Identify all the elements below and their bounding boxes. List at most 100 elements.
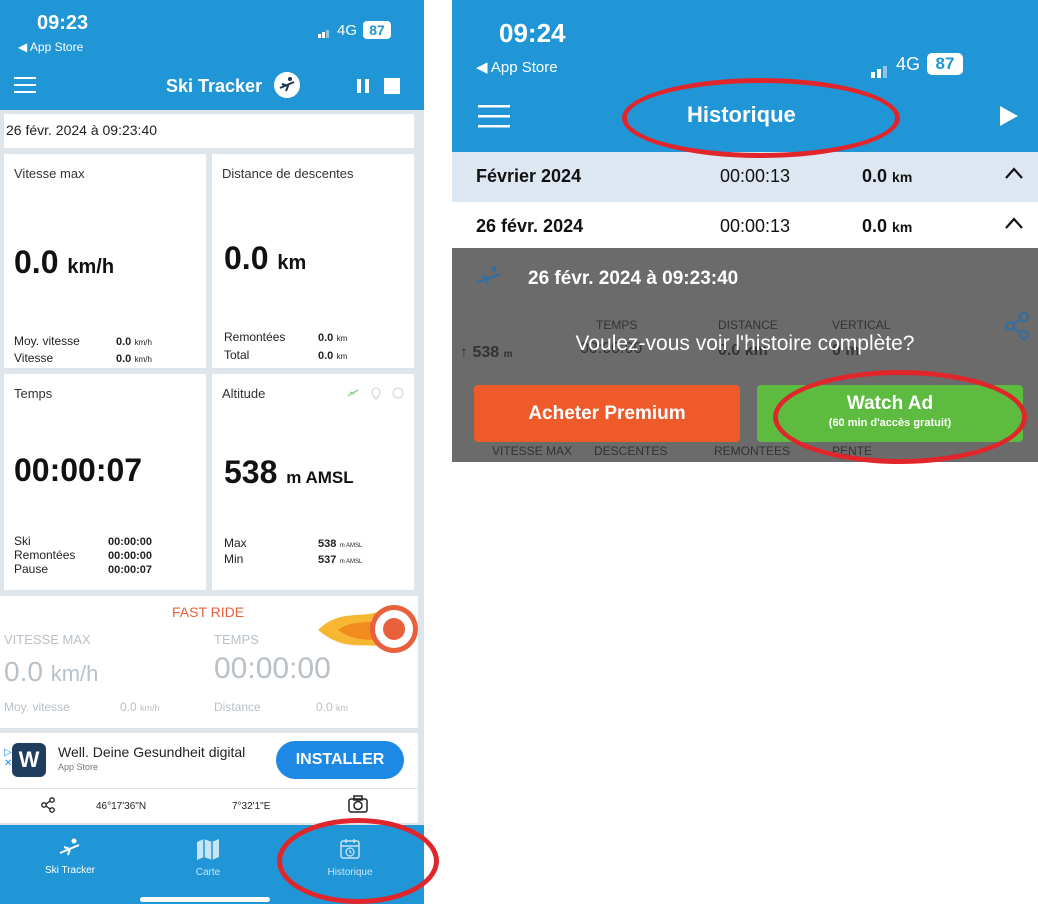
total-distance-number: 0.0 [318,350,334,362]
ad-title[interactable]: Well. Deine Gesundheit digital [58,744,245,760]
back-to-app-store-link[interactable]: ◀ App Store [476,58,558,76]
stop-icon[interactable] [384,78,400,94]
history-day-row[interactable]: 26 févr. 2024 00:00:13 0.0 km [452,202,1038,248]
fast-ride-distance-number: 0.0 [316,700,333,714]
altitude-max-unit: m AMSL [339,543,363,549]
avg-speed-unit: km/h [134,338,152,347]
back-to-app-store-link[interactable]: ◀ App Store [18,40,83,54]
fast-ride-vmax-unit: km/h [50,661,99,686]
fast-ride-time-value: 00:00:00 [214,652,331,685]
status-time: 09:23 [37,12,89,34]
month-distance: 0.0 km [862,166,912,187]
ski-time-label: Ski [14,534,31,548]
lifts-distance-value: 0.0 km [318,330,347,344]
ski-time-number: 00:00:00 [108,536,153,548]
skier-icon [477,266,501,285]
chevron-up-icon[interactable] [1004,216,1024,230]
tab-ski-tracker-label: Ski Tracker [44,865,95,876]
month-time: 00:00:13 [720,166,791,186]
pause-icon[interactable] [355,78,371,94]
history-month-row[interactable]: Février 2024 00:00:13 0.0 km [452,152,1038,202]
fast-ride-time-label: TEMPS [214,632,259,647]
play-icon[interactable] [998,104,1020,128]
lifts-time-label: Remontées [14,548,76,562]
speed-row: Vitesse [14,351,53,365]
max-speed-label: Vitesse max [14,166,85,181]
tab-ski-tracker[interactable]: Ski Tracker [20,837,120,876]
distance-header: DISTANCE [718,318,778,332]
chevron-up-icon[interactable] [1004,166,1024,180]
day-distance-number: 0.0 [862,216,888,236]
altitude-label: Altitude [222,386,266,401]
lifts-distance-number: 0.0 [318,332,334,344]
fast-ride-vmax-label: VITESSE MAX [4,632,91,647]
fast-ride-vmax-number: 0.0 [4,656,43,687]
tracker-content: 26 févr. 2024 à 09:23:40 Vitesse max 0.0… [0,110,424,825]
altitude-min-label: Min [224,552,244,566]
app-title: Ski Tracker [166,76,263,96]
altitude-min-number: 537 [318,554,337,566]
fast-ride-title: FAST RIDE [172,604,245,620]
fast-ride-record-button-icon[interactable] [318,600,418,658]
altitude-max-number: 538 [318,538,337,550]
tab-carte[interactable]: Carte [158,837,258,878]
speed-unit: km/h [134,355,152,364]
altitude-min-value: 537 m AMSL [318,552,362,566]
avg-speed-row: Moy. vitesse [14,334,80,348]
ad-install-button[interactable]: INSTALLER [276,741,404,779]
descentes-header: DESCENTES [594,444,668,458]
skier-icon [59,838,80,856]
fast-ride-avg-value: 0.0 km/h [120,700,160,714]
fast-ride-distance-label: Distance [214,700,261,714]
menu-icon[interactable] [14,75,36,95]
speed-value: 0.0 km/h [116,351,152,365]
max-speed-unit: km/h [67,256,115,278]
month-distance-unit: km [892,169,913,185]
month-distance-number: 0.0 [862,166,888,186]
battery-icon: 87 [363,21,391,39]
remontees-header: REMONTEES [714,444,791,458]
ad-banner[interactable]: ▷ ✕ W Well. Deine Gesundheit digital App … [0,733,418,788]
session-date: 26 févr. 2024 à 09:23:40 [4,114,414,148]
altitude-card: Altitude 538 m AMSL Max 538 m AMSL Min 5… [212,374,414,590]
altitude-source-icons[interactable] [346,386,406,400]
map-icon [197,839,219,860]
upgrade-question: Voulez-vous voir l'histoire complète? [575,332,915,355]
annotation-circle-historique-tab [277,818,439,904]
latitude-value: 46°17'36"N [96,801,147,812]
menu-icon[interactable] [478,102,510,130]
fast-ride-avg-number: 0.0 [120,700,137,714]
tab-carte-label: Carte [195,867,221,878]
fast-ride-avg-unit: km/h [140,703,160,713]
speed-number: 0.0 [116,353,132,365]
ad-subtitle: App Store [58,762,99,772]
pause-time-value: 00:00:07 [108,562,152,576]
annotation-circle-watch-ad [773,370,1027,464]
battery-icon: 87 [927,53,963,75]
camera-icon[interactable] [348,795,368,813]
ad-app-logo[interactable]: W [12,743,46,777]
distance-value: 0.0 km [224,240,306,277]
altitude-value: 538 m AMSL [224,454,354,491]
home-indicator [140,897,270,902]
vertical-header: VERTICAL [832,318,891,332]
network-type: 4G [337,22,358,39]
ski-time-value: 00:00:00 [108,534,152,548]
avg-speed-value: 0.0 km/h [116,334,152,348]
share-icon[interactable] [40,797,56,813]
buy-premium-button[interactable]: Acheter Premium [474,385,740,442]
altitude-number: 538 [224,454,278,490]
status-time: 09:24 [499,18,566,48]
pause-time-number: 00:00:07 [108,564,153,576]
max-speed-value: 0.0 km/h [14,244,114,281]
total-distance-label: Total [224,348,250,362]
avg-speed-label: Moy. vitesse [14,334,80,348]
status-bar: 09:23 ◀ App Store 4G 87 [0,0,424,60]
time-label: Temps [14,386,53,401]
lifts-distance-unit: km [336,334,348,343]
distance-label: Distance de descentes [222,166,354,181]
left-phone-screen: 09:23 ◀ App Store 4G 87 Ski Tracker 26 f… [0,0,424,904]
annotation-circle-historique-title [622,78,900,158]
altitude-max-value: 538 m AMSL [318,536,362,550]
day-distance: 0.0 km [862,216,912,237]
